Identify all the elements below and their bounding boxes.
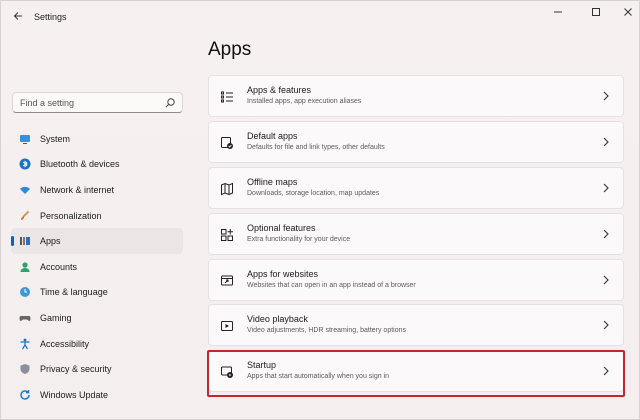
card-apps-for-websites[interactable]: Apps for websites Websites that can open…: [208, 258, 624, 301]
maximize-icon: [592, 8, 600, 16]
card-title: Default apps: [247, 130, 298, 141]
title-bar: Settings: [1, 1, 640, 33]
globe-clock-icon: [19, 286, 31, 298]
minimize-icon: [554, 11, 562, 13]
bluetooth-icon: [19, 158, 31, 170]
chevron-right-icon: [601, 183, 611, 193]
chevron-right-icon: [601, 91, 611, 101]
sidebar-item-label: Time & language: [40, 287, 108, 298]
card-description: Apps that start automatically when you s…: [247, 373, 390, 381]
sidebar-nav: System Bluetooth & devices Network & int…: [11, 126, 183, 408]
sidebar-item-apps[interactable]: Apps: [11, 228, 183, 254]
default-apps-icon: [220, 136, 234, 150]
wifi-icon: [19, 184, 31, 196]
grid-add-icon: [220, 228, 234, 242]
maximize-button[interactable]: [586, 5, 606, 19]
sidebar-item-label: Bluetooth & devices: [40, 159, 120, 170]
web-app-icon: [220, 274, 234, 288]
accessibility-icon: [19, 338, 31, 350]
card-title: Apps for websites: [247, 268, 319, 279]
page-title: Apps: [208, 39, 252, 60]
list-icon: [220, 90, 234, 104]
sidebar-item-label: System: [40, 133, 71, 144]
startup-icon: [220, 365, 234, 379]
card-default-apps[interactable]: Default apps Defaults for file and link …: [208, 120, 624, 163]
card-title: Video playback: [247, 314, 308, 325]
back-button[interactable]: [9, 7, 27, 25]
sidebar-item-label: Windows Update: [40, 389, 109, 400]
back-arrow-icon: [13, 12, 22, 20]
sidebar-item-accounts[interactable]: Accounts: [11, 254, 183, 280]
sidebar-item-network[interactable]: Network & internet: [11, 177, 183, 203]
chevron-right-icon: [601, 275, 611, 285]
card-title: Optional features: [247, 222, 316, 233]
brush-icon: [19, 210, 31, 222]
sidebar-item-windows-update[interactable]: Windows Update: [11, 382, 183, 408]
chevron-right-icon: [601, 320, 611, 330]
sidebar-item-label: Gaming: [40, 312, 72, 323]
chevron-right-icon: [601, 229, 611, 239]
sidebar-item-label: Accessibility: [40, 338, 90, 349]
search-icon[interactable]: [164, 97, 176, 109]
sidebar-item-bluetooth[interactable]: Bluetooth & devices: [11, 152, 183, 178]
close-icon: [624, 8, 632, 16]
map-icon: [220, 182, 234, 196]
search-box[interactable]: Find a setting: [12, 92, 183, 113]
card-description: Extra functionality for your device: [247, 235, 351, 243]
apps-icon: [19, 235, 31, 247]
sidebar-item-label: Personalization: [40, 210, 102, 221]
sidebar-item-label: Accounts: [40, 261, 78, 272]
app-title: Settings: [34, 12, 67, 22]
close-button[interactable]: [618, 5, 638, 19]
minimize-button[interactable]: [548, 5, 568, 19]
sidebar-item-time-language[interactable]: Time & language: [11, 280, 183, 306]
gamepad-icon: [19, 312, 31, 324]
card-title: Offline maps: [247, 176, 298, 187]
person-icon: [19, 261, 31, 273]
settings-window: Settings Find a setting System Bluetooth…: [0, 0, 640, 420]
card-apps-features[interactable]: Apps & features Installed apps, app exec…: [208, 75, 624, 117]
sidebar-item-privacy-security[interactable]: Privacy & security: [11, 356, 183, 382]
sidebar-item-label: Apps: [40, 236, 61, 247]
chevron-right-icon: [601, 366, 611, 376]
card-optional-features[interactable]: Optional features Extra functionality fo…: [208, 212, 624, 255]
card-description: Websites that can open in an app instead…: [247, 281, 416, 289]
card-description: Installed apps, app execution aliases: [247, 98, 362, 105]
sidebar-item-system[interactable]: System: [11, 126, 183, 152]
sidebar-item-accessibility[interactable]: Accessibility: [11, 331, 183, 357]
card-startup[interactable]: Startup Apps that start automatically wh…: [208, 350, 624, 393]
sidebar-item-gaming[interactable]: Gaming: [11, 305, 183, 331]
sidebar-item-label: Network & internet: [40, 184, 115, 195]
monitor-icon: [19, 133, 31, 145]
card-offline-maps[interactable]: Offline maps Downloads, storage location…: [208, 166, 624, 209]
card-description: Video adjustments, HDR streaming, batter…: [247, 327, 407, 335]
chevron-right-icon: [601, 137, 611, 147]
sidebar-item-label: Privacy & security: [40, 364, 112, 375]
card-description: Downloads, storage location, map updates: [247, 189, 380, 197]
card-video-playback[interactable]: Video playback Video adjustments, HDR st…: [208, 304, 624, 347]
video-icon: [220, 319, 234, 333]
card-description: Defaults for file and link types, other …: [247, 143, 385, 151]
sidebar-item-personalization[interactable]: Personalization: [11, 203, 183, 229]
settings-card-list: Apps & features Installed apps, app exec…: [208, 75, 624, 396]
card-title: Apps & features: [247, 85, 312, 95]
search-input[interactable]: Find a setting: [20, 98, 74, 108]
card-title: Startup: [247, 360, 277, 371]
shield-icon: [19, 363, 31, 375]
update-icon: [19, 389, 31, 401]
